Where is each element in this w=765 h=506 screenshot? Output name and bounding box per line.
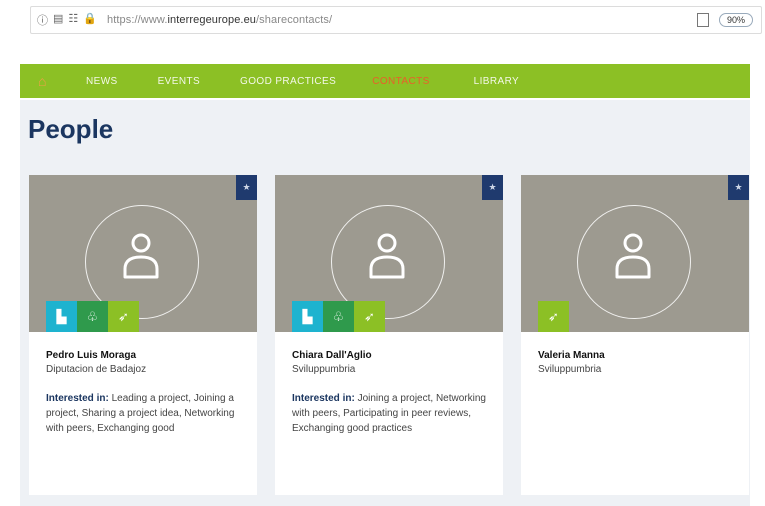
tree-icon: ♧ — [323, 301, 354, 332]
profile-image: ★ ➶ — [521, 175, 749, 332]
leaf-icon: ➶ — [108, 301, 139, 332]
profile-image: ★ ▙ ♧ ➶ — [275, 175, 503, 332]
person-organization: Sviluppumbria — [538, 364, 602, 375]
person-interests: Interested in: Joining a project, Networ… — [292, 391, 488, 436]
person-card[interactable]: ★ ▙ ♧ ➶ Chiara Dall'Aglio Sviluppumbria … — [275, 175, 503, 495]
nav-events[interactable]: EVENTS — [158, 76, 200, 87]
category-badges: ➶ — [538, 301, 569, 332]
text-fade — [29, 433, 257, 473]
zoom-badge[interactable]: 90% — [718, 13, 753, 27]
url-text[interactable]: https://www.interregeurope.eu/shareconta… — [107, 14, 332, 26]
tree-icon: ♧ — [77, 301, 108, 332]
nav-news[interactable]: NEWS — [86, 76, 118, 87]
person-name[interactable]: Valeria Manna — [538, 350, 605, 361]
person-icon — [615, 233, 651, 279]
person-icon — [123, 233, 159, 279]
nav-good-practices[interactable]: GOOD PRACTICES — [240, 76, 336, 87]
page-title: People — [28, 114, 114, 144]
info-icon[interactable]: ⓘ — [37, 12, 48, 28]
person-icon — [369, 233, 405, 279]
nav-contacts[interactable]: CONTACTS — [372, 76, 429, 87]
interests-label: Interested in: — [292, 393, 355, 404]
star-icon[interactable]: ★ — [236, 175, 257, 200]
lock-icon[interactable]: 🔒 — [83, 12, 97, 28]
home-icon[interactable]: ⌂ — [38, 74, 54, 88]
person-card[interactable]: ★ ▙ ♧ ➶ Pedro Luis Moraga Diputacion de … — [29, 175, 257, 495]
main-nav: ⌂ NEWS EVENTS GOOD PRACTICES CONTACTS LI… — [20, 64, 750, 98]
category-badges: ▙ ♧ ➶ — [46, 301, 139, 332]
url-domain: interregeurope.eu — [167, 14, 257, 26]
star-icon[interactable]: ★ — [482, 175, 503, 200]
leaf-icon: ➶ — [354, 301, 385, 332]
building-icon: ▙ — [46, 301, 77, 332]
star-icon[interactable]: ★ — [728, 175, 749, 200]
person-name[interactable]: Chiara Dall'Aglio — [292, 350, 372, 361]
address-bar[interactable]: ⓘ ▤ ☷ 🔒 https://www.interregeurope.eu/sh… — [30, 6, 762, 34]
text-fade — [275, 433, 503, 473]
person-organization: Sviluppumbria — [292, 364, 356, 375]
page-icon[interactable]: ▤ — [53, 12, 63, 28]
person-interests: Interested in: Leading a project, Joinin… — [46, 391, 242, 436]
person-name[interactable]: Pedro Luis Moraga — [46, 350, 136, 361]
building-icon: ▙ — [292, 301, 323, 332]
browser-toolbar: ⓘ ▤ ☷ 🔒 https://www.interregeurope.eu/sh… — [0, 0, 765, 48]
url-prefix: https://www. — [106, 14, 168, 26]
reader-view-icon[interactable] — [696, 13, 709, 27]
leaf-icon: ➶ — [538, 301, 569, 332]
main-content: People ★ ▙ ♧ ➶ Pedro Luis Moraga Diputac… — [20, 100, 750, 506]
person-organization: Diputacion de Badajoz — [46, 364, 147, 375]
profile-image: ★ ▙ ♧ ➶ — [29, 175, 257, 332]
interests-label: Interested in: — [46, 393, 109, 404]
category-badges: ▙ ♧ ➶ — [292, 301, 385, 332]
permissions-icon[interactable]: ☷ — [68, 12, 78, 28]
person-card[interactable]: ★ ➶ Valeria Manna Sviluppumbria — [521, 175, 749, 495]
nav-library[interactable]: LIBRARY — [474, 76, 519, 87]
address-bar-icons: ⓘ ▤ ☷ 🔒 — [37, 12, 97, 28]
url-path: /sharecontacts/ — [256, 14, 333, 26]
